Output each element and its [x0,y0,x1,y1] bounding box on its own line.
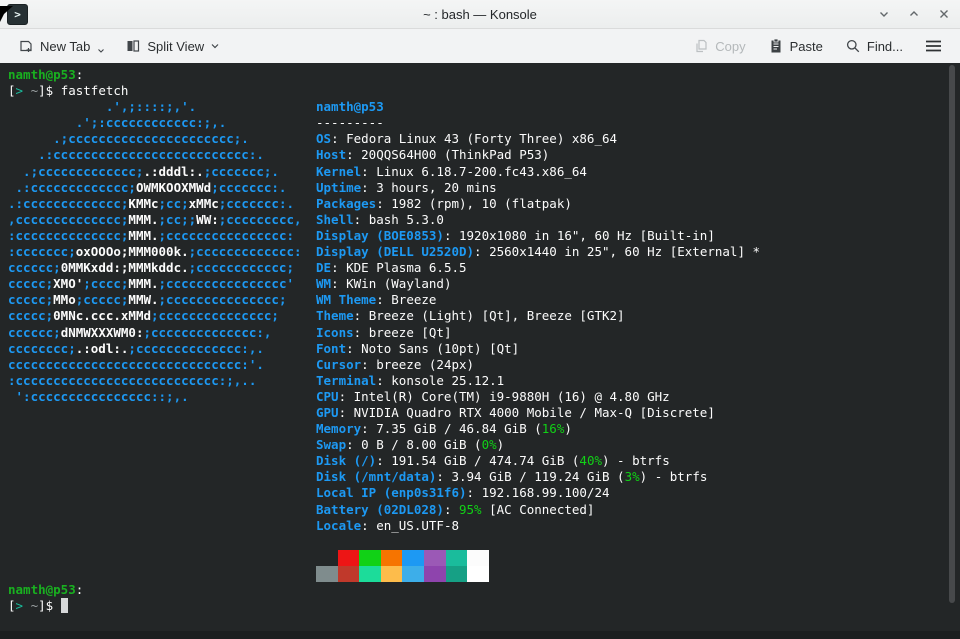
minimize-button[interactable] [876,6,892,22]
toolbar: New Tab Split View Copy Paste Find... [0,29,960,64]
palette-swatch [337,549,360,566]
palette-swatch [445,565,468,582]
terminal-rows: namth@p53: [> ~]$ fastfetch .',;::::;,'. n… [8,67,960,614]
palette-swatch [402,565,424,582]
terminal-line: .:ccccccccccccc;OWMKOOXMWd;ccccccc:. Upti… [8,179,497,195]
split-view-dropdown-caret-icon [211,43,219,48]
find-button[interactable]: Find... [837,34,911,58]
palette-swatch [337,565,360,582]
hamburger-icon [926,40,941,52]
new-tab-button[interactable]: New Tab [10,34,113,58]
terminal-line: cccccccc;.:odl:.;cccccccccccccc:,. Font: … [8,340,520,356]
palette-swatch [402,549,424,566]
copy-button[interactable]: Copy [685,34,753,58]
paste-button[interactable]: Paste [760,34,831,58]
terminal-line: .:ccccccccccccc;KMMc;cc;xMMc;ccccccc:. Pa… [8,195,572,211]
scrollbar-thumb[interactable] [949,65,955,603]
terminal-line: .;ccccccccccccc;.:dddl:.;ccccccc;. Kernel… [8,163,587,179]
chevron-down-icon [880,12,888,17]
palette-swatch [316,565,338,582]
terminal-line: Local IP (enp0s31f6): 192.168.99.100/24 [316,485,610,501]
window-controls [876,0,952,28]
terminal-line: ccccc;0MNc.ccc.xMMd;ccccccccccccccc; Them… [8,308,625,324]
palette-swatch [423,549,446,566]
palette-swatch [359,565,381,582]
terminal-line: namth@p53: [8,67,84,82]
new-tab-icon [20,40,32,52]
terminal-line: ccccccccccccccccccccccccccccccc:'. Cursor… [8,356,475,372]
konsole-icon-glyph: > [14,8,21,21]
terminal-line: :ccccccc;oxOOOo;MMM000k.;ccccccccccccc: D… [8,244,761,260]
paste-label: Paste [789,38,823,54]
terminal-line [8,565,960,582]
terminal-line: Swap: 0 B / 8.00 GiB (0%) [316,437,505,453]
terminal-line: .',;::::;,'. namth@p53 [8,99,384,115]
palette-swatch [467,549,489,566]
paste-icon [771,38,781,53]
terminal-line: Battery (02DL028): 95% [AC Connected] [316,501,595,517]
copy-icon [696,39,707,53]
terminal-line: Memory: 7.35 GiB / 46.84 GiB (16%) [316,421,572,437]
terminal-line: .;cccccccccccccccccccccc;. OS: Fedora Lin… [8,131,618,147]
palette-swatch [359,549,381,566]
terminal-area[interactable]: namth@p53: [> ~]$ fastfetch .',;::::;,'. n… [0,63,960,639]
new-tab-label: New Tab [40,38,91,54]
maximize-button[interactable] [906,6,922,22]
konsole-window: > ~ : bash — Konsole New Tab Split View … [0,0,960,639]
terminal-line: ccccc;MMo;ccccc;MMW.;ccccccccccccccc; WM … [8,292,437,308]
terminal-line: Disk (/): 191.54 GiB / 474.74 GiB (40%) … [316,453,670,469]
terminal-line: :cccccccccccccc;MMM.;cccccccccccccccc: Di… [8,227,715,243]
palette-swatch [467,565,489,582]
terminal-line: Disk (/mnt/data): 3.94 GiB / 119.24 GiB … [316,469,708,485]
palette-swatch [380,565,403,582]
window-bottom-edge [0,631,960,639]
chevron-up-icon [910,11,918,16]
toolbar-right-group: Copy Paste Find... [685,34,950,58]
terminal-line: cccccc;0MMKxdd:;MMMkddc.;cccccccccccc; DE… [8,260,467,276]
split-view-label: Split View [147,38,205,54]
menu-button[interactable] [917,35,950,57]
close-icon [940,10,948,18]
terminal-line [8,549,960,566]
terminal-line: ccccc;XMO';cccc;MMM.;cccccccccccccccc' WM… [8,276,452,292]
terminal-line: ,cccccccccccccc;MMM.;cc;;WW:;ccccccccc, S… [8,211,444,227]
terminal-line: namth@p53: [8,582,84,597]
split-view-button[interactable]: Split View [117,34,228,58]
palette-swatch [380,549,403,566]
terminal-line: cccccc;dNMWXXXWM0:;cccccccccccccc:, Icons… [8,324,452,340]
terminal-line: GPU: NVIDIA Quadro RTX 4000 Mobile / Max… [316,404,715,420]
terminal-line: [> ~]$ [8,598,960,614]
terminal-line: ':cccccccccccccccc::;,. CPU: Intel(R) Cor… [8,388,670,404]
copy-label: Copy [715,38,746,54]
new-tab-dropdown-caret-icon [98,49,105,53]
split-view-icon [127,40,140,52]
find-label: Find... [866,38,903,54]
titlebar[interactable]: > ~ : bash — Konsole [0,0,960,29]
mouse-cursor [0,6,13,22]
terminal-line: .:cccccccccccccccccccccccccc:. Host: 20QQ… [8,147,550,163]
terminal-line: [> ~]$ fastfetch [8,83,129,99]
palette-swatch [316,549,338,566]
window-title: ~ : bash — Konsole [423,6,537,22]
terminal-line: .';:cccccccccccc:;,. --------- [8,115,384,131]
terminal-line: Locale: en_US.UTF-8 [316,517,459,533]
close-button[interactable] [936,6,952,22]
search-icon [846,39,860,53]
terminal-line: :ccccccccccccccccccccccccccc:;,.. Termina… [8,372,505,388]
palette-swatch [423,565,446,582]
palette-swatch [445,549,468,566]
